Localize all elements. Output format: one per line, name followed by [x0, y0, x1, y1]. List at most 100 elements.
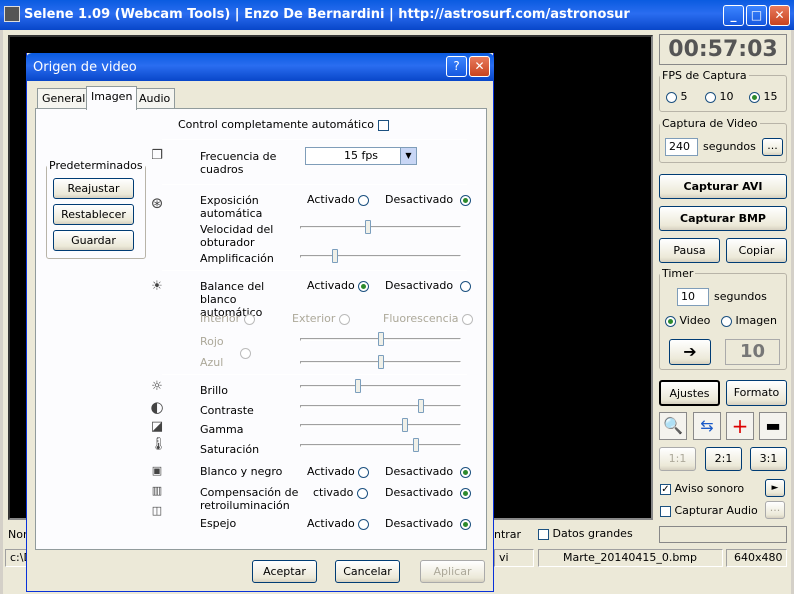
red-slider[interactable] — [300, 332, 461, 348]
wb-on-radio[interactable]: Activado — [307, 279, 370, 292]
maximize-button[interactable]: □ — [746, 5, 767, 26]
saturation-icon: 🌡 — [150, 437, 167, 452]
aperture-icon: ⊛ — [150, 194, 164, 212]
video-duration-input[interactable]: 240 — [665, 138, 698, 156]
separator — [162, 270, 467, 271]
ok-button[interactable]: Aceptar — [252, 560, 317, 583]
capture-bmp-button[interactable]: Capturar BMP — [659, 206, 787, 231]
audio-browse-button[interactable]: ... — [765, 501, 785, 519]
capture-avi-button[interactable]: Capturar AVI — [659, 174, 787, 199]
timer-start-button[interactable]: ➔ — [669, 339, 711, 365]
backlight-off-radio[interactable]: Desactivado — [385, 486, 472, 499]
brightness-slider[interactable] — [300, 379, 461, 395]
timer-label: Timer — [662, 267, 694, 280]
minimize-button[interactable]: _ — [723, 5, 744, 26]
tab-general[interactable]: General — [37, 88, 91, 109]
blue-slider[interactable] — [300, 355, 461, 371]
play-alert-button[interactable]: ► — [765, 479, 785, 497]
frame-rate-select[interactable]: 15 fps ▼ — [305, 147, 417, 165]
timer-input[interactable]: 10 — [677, 288, 709, 306]
mirror-on-radio[interactable]: Activado — [307, 517, 370, 530]
exposure-on-radio[interactable]: Activado — [307, 193, 370, 206]
format-button[interactable]: Formato — [726, 380, 787, 406]
contrast-icon: ◐ — [150, 398, 164, 416]
big-data-checkbox[interactable]: Datos grandes — [538, 527, 633, 540]
wb-outdoor-radio[interactable]: Exterior — [292, 312, 350, 325]
bw-off-radio[interactable]: Desactivado — [385, 465, 472, 478]
gamma-slider[interactable] — [300, 418, 461, 434]
timer-count-display: 10 — [725, 339, 780, 365]
title-bar: Selene 1.09 (Webcam Tools) | Enzo De Ber… — [0, 0, 794, 30]
apply-button[interactable]: Aplicar — [420, 560, 485, 583]
dialog-title: Origen de video — [33, 60, 137, 75]
video-duration-unit: segundos — [703, 140, 756, 153]
separator — [162, 184, 467, 185]
dark-frame-icon[interactable]: ▬ — [759, 412, 787, 440]
capture-audio-checkbox[interactable]: Capturar Audio — [660, 504, 758, 517]
backlight-on-radio[interactable]: ctivado — [313, 486, 368, 499]
close-button[interactable]: ✕ — [769, 5, 790, 26]
presets-label: Predeterminados — [49, 159, 143, 172]
wb-off-radio[interactable]: Desactivado — [385, 279, 472, 292]
fps-5-radio[interactable]: 5 — [666, 90, 688, 103]
app-icon — [4, 6, 20, 22]
status-filename: Marte_20140415_0.bmp — [538, 549, 723, 567]
fps-group-label: FPS de Captura — [662, 69, 747, 82]
wb-manual-radio[interactable] — [240, 346, 251, 359]
timer-image-radio[interactable]: Imagen — [721, 314, 777, 327]
mirror-icon: ◫ — [151, 504, 163, 517]
dialog-close-button[interactable]: ✕ — [469, 56, 490, 77]
wb-indoor-radio[interactable]: Interior — [200, 312, 255, 325]
bottom-left-label: Nor — [8, 528, 28, 541]
center-label: ntrar — [494, 528, 522, 541]
dialog-help-button[interactable]: ? — [446, 56, 467, 77]
status-path: c:\D — [5, 549, 27, 567]
progress-bar — [659, 526, 787, 543]
auto-control-checkbox[interactable]: Control completamente automático — [178, 118, 389, 131]
restore-button[interactable]: Restablecer — [53, 204, 134, 225]
zoom-icon[interactable]: 🔍 — [659, 412, 687, 440]
tab-audio[interactable]: Audio — [134, 88, 176, 109]
status-ext: vi — [494, 549, 534, 567]
exposure-label: Exposición automática — [200, 194, 263, 220]
window-title: Selene 1.09 (Webcam Tools) | Enzo De Ber… — [24, 7, 630, 22]
saturation-label: Saturación — [200, 443, 260, 456]
zoom-3-1-button[interactable]: 3:1 — [750, 447, 787, 471]
bw-on-radio[interactable]: Activado — [307, 465, 370, 478]
save-preset-button[interactable]: Guardar — [53, 230, 134, 251]
exposure-off-radio[interactable]: Desactivado — [385, 193, 472, 206]
contrast-slider[interactable] — [300, 399, 461, 415]
settings-button[interactable]: Ajustes — [659, 380, 720, 406]
shutter-slider[interactable] — [300, 220, 461, 236]
fps-10-radio[interactable]: 10 — [705, 90, 734, 103]
mirror-off-radio[interactable]: Desactivado — [385, 517, 472, 530]
backlight-icon: ▥ — [151, 484, 163, 497]
tab-image[interactable]: Imagen — [86, 86, 138, 110]
frame-rate-label: Frecuencia de cuadros — [200, 150, 277, 176]
blue-label: Azul — [200, 356, 224, 369]
timer-video-radio[interactable]: Video — [665, 314, 710, 327]
wb-fluorescent-radio[interactable]: Fluorescencia — [383, 312, 473, 325]
saturation-slider[interactable] — [300, 438, 461, 454]
frame-rate-icon: ❐ — [151, 148, 163, 163]
video-browse-button[interactable]: ... — [762, 138, 783, 156]
crosshair-icon[interactable]: + — [726, 412, 754, 440]
readjust-button[interactable]: Reajustar — [53, 178, 134, 199]
dialog-title-bar: Origen de video ? ✕ — [26, 53, 494, 81]
usb-icon[interactable]: ⇆ — [693, 412, 721, 440]
gain-slider[interactable] — [300, 249, 461, 265]
zoom-2-1-button[interactable]: 2:1 — [705, 447, 742, 471]
gamma-icon: ◪ — [150, 419, 164, 434]
elapsed-time-display: 00:57:03 — [659, 34, 787, 65]
copy-button[interactable]: Copiar — [726, 238, 787, 263]
brightness-label: Brillo — [200, 384, 228, 397]
contrast-label: Contraste — [200, 404, 254, 417]
status-resolution: 640x480 — [726, 549, 787, 567]
cancel-button[interactable]: Cancelar — [335, 560, 400, 583]
audio-alert-checkbox[interactable]: ✓ Aviso sonoro — [660, 482, 744, 495]
pause-button[interactable]: Pausa — [659, 238, 720, 263]
zoom-1-1-button[interactable]: 1:1 — [659, 447, 696, 471]
fps-15-radio[interactable]: 15 — [749, 90, 778, 103]
chevron-down-icon: ▼ — [400, 148, 416, 164]
separator — [162, 139, 467, 140]
